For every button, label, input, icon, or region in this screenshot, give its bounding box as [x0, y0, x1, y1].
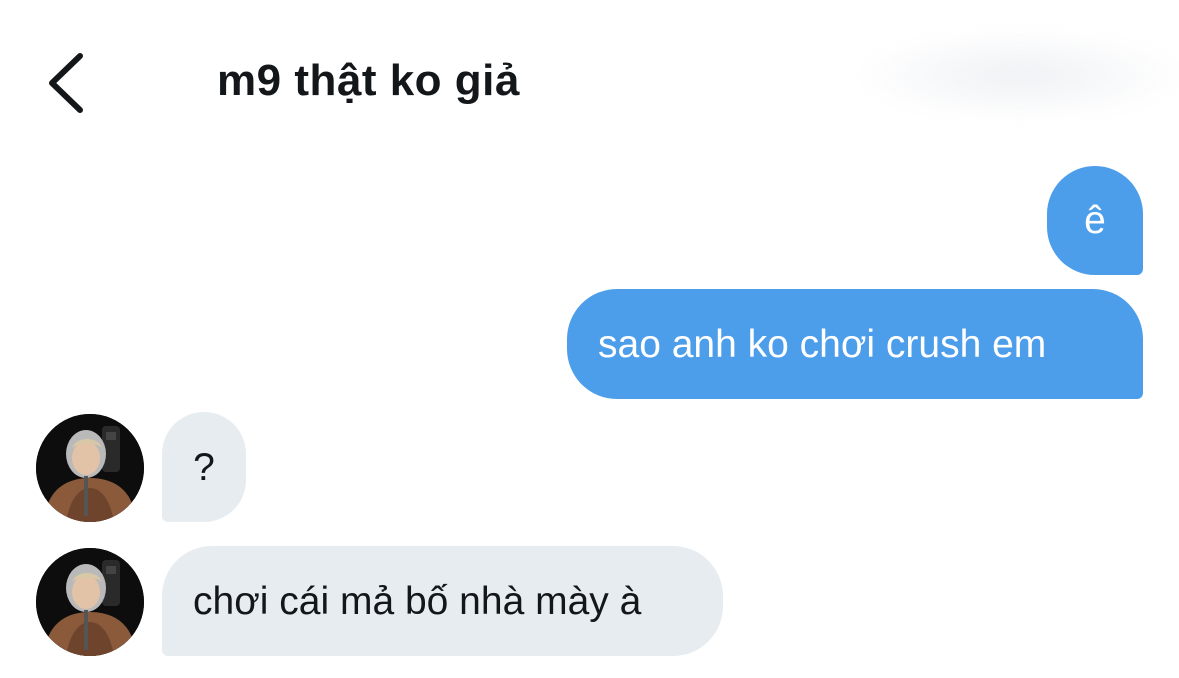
message-bubble-received[interactable]: ?: [162, 412, 246, 522]
blurred-area: [860, 30, 1179, 120]
message-text: ?: [193, 445, 215, 489]
conversation-header: m9 thật ko giả: [0, 0, 1179, 160]
message-bubble-received[interactable]: chơi cái mả bố nhà mày à: [162, 546, 723, 656]
message-text: sao anh ko chơi crush em: [598, 322, 1047, 366]
message-text: ê: [1084, 199, 1106, 242]
message-bubble-sent[interactable]: sao anh ko chơi crush em: [567, 289, 1143, 399]
avatar[interactable]: [36, 548, 144, 656]
message-text: chơi cái mả bố nhà mày à: [193, 579, 642, 623]
back-button[interactable]: [38, 48, 98, 118]
chevron-left-icon: [49, 53, 83, 113]
conversation-title: m9 thật ko giả: [217, 56, 520, 105]
message-bubble-sent[interactable]: ê: [1047, 166, 1143, 275]
avatar[interactable]: [36, 414, 144, 522]
